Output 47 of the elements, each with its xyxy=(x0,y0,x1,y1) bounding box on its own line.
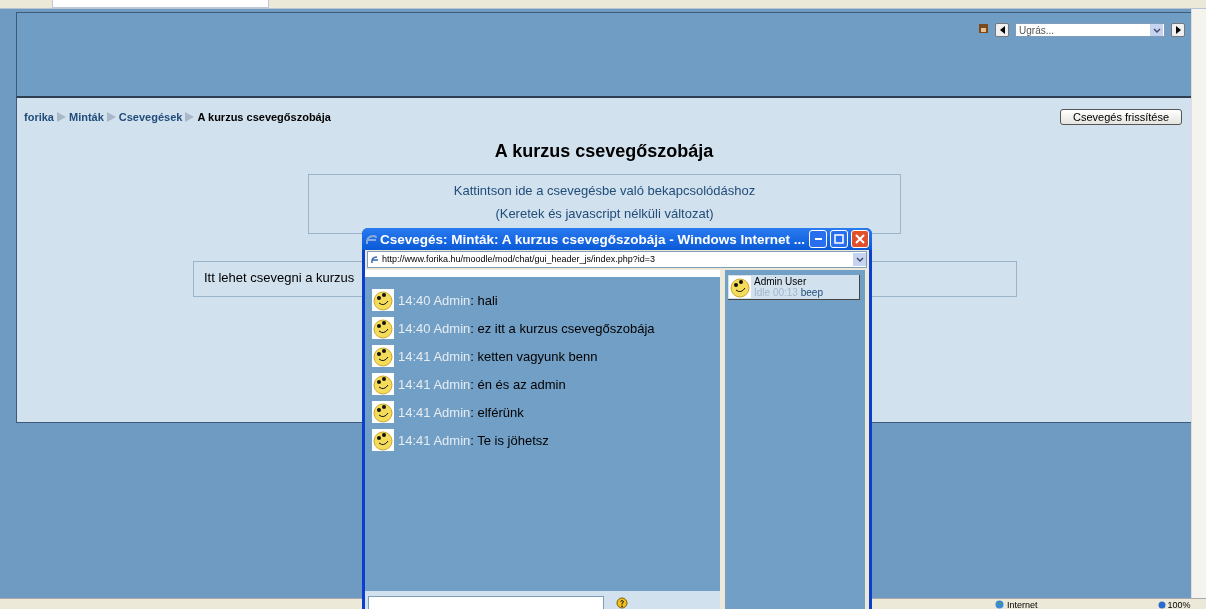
previous-button[interactable] xyxy=(995,23,1009,37)
address-text: http://www.forika.hu/moodle/mod/chat/gui_header_js/index.php?id=3 xyxy=(382,254,655,264)
document-icon xyxy=(978,23,989,34)
window-title: Csevegés: Minták: A kurzus csevegőszobája - Windows Internet ... xyxy=(380,231,806,247)
beep-link[interactable]: beep xyxy=(800,287,823,298)
minimize-button[interactable] xyxy=(809,230,827,248)
next-button[interactable] xyxy=(1171,23,1185,37)
breadcrumb-link[interactable]: Minták xyxy=(68,111,104,123)
smiley-icon xyxy=(372,429,394,451)
join-link[interactable]: (Keretek és javascript nélküli változat) xyxy=(495,206,714,221)
chat-message: 14:40 Admin: ez itt a kurzus csevegőszobája xyxy=(398,320,655,336)
address-bar[interactable]: http://www.forika.hu/moodle/mod/chat/gui_header_js/index.php?id=3 xyxy=(367,250,867,268)
minimize-icon xyxy=(814,238,822,240)
right-arrow-icon xyxy=(1173,25,1183,35)
page-heading: A kurzus csevegőszobája xyxy=(493,141,715,162)
zone-label: Internet xyxy=(1007,599,1038,609)
user-name: Admin User xyxy=(754,276,808,287)
help-icon xyxy=(616,597,628,609)
breadcrumb-arrow-icon xyxy=(185,112,195,122)
breadcrumb-arrow-icon xyxy=(106,112,116,122)
dropdown-icon xyxy=(1152,26,1161,34)
maximize-icon xyxy=(834,234,844,244)
smiley-icon xyxy=(372,401,394,423)
smiley-icon xyxy=(372,317,394,339)
refresh-button[interactable]: Csevegés frissítése xyxy=(1060,109,1182,125)
breadcrumb-current: A kurzus csevegőszobája xyxy=(197,111,331,123)
jump-menu[interactable]: Ugrás... xyxy=(1015,23,1165,37)
globe-icon xyxy=(995,600,1004,609)
zoom-level[interactable]: 100% xyxy=(1167,599,1191,609)
breadcrumb-link[interactable]: Csevegések xyxy=(118,111,183,123)
chat-message: 14:41 Admin: elférünk xyxy=(398,404,524,420)
smiley-icon xyxy=(729,276,751,298)
chat-message: 14:40 Admin: hali xyxy=(398,292,498,308)
chat-message: 14:41 Admin: én és az admin xyxy=(398,376,566,392)
close-icon xyxy=(855,234,865,244)
chat-message: 14:41 Admin: Te is jöhetsz xyxy=(398,432,549,448)
smiley-icon xyxy=(372,345,394,367)
chat-message: 14:41 Admin: ketten vagyunk benn xyxy=(398,348,598,364)
breadcrumb-arrow-icon xyxy=(56,112,66,122)
join-link[interactable]: Kattintson ide a csevegésbe való bekapcsolódáshoz xyxy=(453,183,756,198)
maximize-button[interactable] xyxy=(830,230,848,248)
smiley-icon xyxy=(372,289,394,311)
dropdown-icon xyxy=(855,255,864,263)
smiley-icon xyxy=(372,373,394,395)
close-button[interactable] xyxy=(851,230,869,248)
intro-text: Itt lehet csevegni a kurzus xyxy=(204,270,355,285)
breadcrumb-link[interactable]: forika xyxy=(24,111,54,123)
